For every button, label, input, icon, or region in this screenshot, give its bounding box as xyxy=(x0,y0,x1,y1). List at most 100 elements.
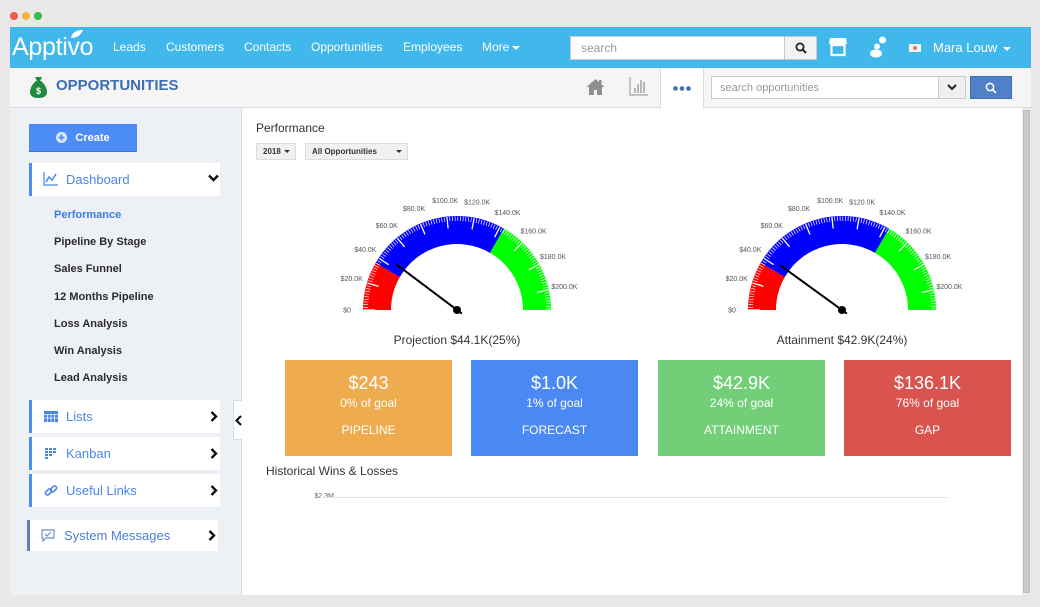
chevron-right-icon xyxy=(210,411,218,422)
create-button[interactable]: Create xyxy=(29,124,137,152)
card-goal: 24% of goal xyxy=(709,396,774,410)
gauge-tick-label: $120.0K xyxy=(849,199,875,206)
sidebar-item-kanban[interactable]: Kanban xyxy=(29,437,220,470)
attainment-card[interactable]: $42.9K 24% of goal ATTAINMENT xyxy=(658,360,825,456)
dashboard-item-pipeline-by-stage[interactable]: Pipeline By Stage xyxy=(54,235,146,249)
contacts-icon[interactable] xyxy=(869,36,887,58)
link-icon xyxy=(44,485,58,496)
table-icon xyxy=(44,411,58,422)
sidebar-item-label: Dashboard xyxy=(66,172,130,187)
chevron-right-icon xyxy=(208,530,216,541)
attainment-gauge-caption: Attainment $42.9K(24%) xyxy=(776,333,908,347)
gauge-tick-label: $120.0K xyxy=(464,199,490,206)
window-minimize-button[interactable] xyxy=(22,12,30,20)
sidebar-item-lists[interactable]: Lists xyxy=(29,400,220,433)
window-maximize-button[interactable] xyxy=(34,12,42,20)
chevron-down-icon xyxy=(947,84,957,91)
money-bag-icon: $ xyxy=(30,77,47,98)
gauge-band-green xyxy=(875,228,936,310)
gauge-tick-label: $40.0K xyxy=(354,247,377,254)
collapse-sidebar-handle[interactable] xyxy=(233,400,242,440)
module-title: OPPORTUNITIES xyxy=(56,77,179,94)
sidebar-item-label: System Messages xyxy=(64,528,171,543)
gauge-tick-label: $200.0K xyxy=(551,284,577,291)
divider xyxy=(703,68,704,108)
dashboard-item-win-analysis[interactable]: Win Analysis xyxy=(54,344,122,358)
card-value: $42.9K xyxy=(712,373,771,393)
card-value: $136.1K xyxy=(893,373,962,393)
gauge-tick-label: $0 xyxy=(728,308,736,315)
sidebar-item-label: Lists xyxy=(66,409,93,424)
gauge-needle xyxy=(395,263,463,315)
sidebar-item-label: Kanban xyxy=(66,446,111,461)
gauge-needle xyxy=(779,264,848,315)
window-close-button[interactable] xyxy=(10,12,18,20)
historical-chart-title: Historical Wins & Losses xyxy=(266,464,399,478)
user-menu[interactable]: Mara Louw xyxy=(933,40,1012,56)
svg-text:$: $ xyxy=(36,86,41,96)
card-goal: 0% of goal xyxy=(340,396,397,410)
sidebar-item-label: Useful Links xyxy=(66,483,137,498)
more-views-button[interactable] xyxy=(661,68,703,108)
global-search-button[interactable] xyxy=(785,36,817,60)
opportunity-search-input[interactable] xyxy=(711,76,939,99)
year-select[interactable]: 2018 xyxy=(256,143,296,160)
pipeline-card[interactable]: $243 0% of goal PIPELINE xyxy=(285,360,452,456)
more-dots-icon xyxy=(673,85,691,91)
caret-down-icon xyxy=(1003,46,1012,51)
dashboard-title: Performance xyxy=(256,121,325,135)
chevron-left-icon xyxy=(234,414,242,426)
scrollbar-thumb[interactable] xyxy=(1023,110,1030,593)
scope-select-value: All Opportunities xyxy=(312,147,377,156)
dashboard-item-sales-funnel[interactable]: Sales Funnel xyxy=(54,262,122,276)
year-select-value: 2018 xyxy=(263,147,281,156)
sidebar-item-useful-links[interactable]: Useful Links xyxy=(29,474,220,507)
nav-opportunities[interactable]: Opportunities xyxy=(311,27,382,68)
card-goal: 1% of goal xyxy=(526,396,583,410)
card-label: ATTAINMENT xyxy=(704,423,779,437)
scope-select[interactable]: All Opportunities xyxy=(305,143,408,160)
store-icon[interactable] xyxy=(829,37,847,57)
logo-leaf-icon xyxy=(71,30,83,38)
dashboard-item-loss-analysis[interactable]: Loss Analysis xyxy=(54,317,128,331)
create-label: Create xyxy=(75,131,110,144)
nav-more[interactable]: More xyxy=(482,27,521,68)
reports-icon[interactable] xyxy=(629,76,649,96)
home-icon[interactable] xyxy=(586,78,605,96)
flag-icon[interactable] xyxy=(909,44,921,52)
projection-gauge: $0 $20.0K $40.0K $60.0K $80.0K $100.0K $120.0K… xyxy=(341,198,578,315)
card-value: $1.0K xyxy=(530,373,579,393)
gauge-tick-label: $60.0K xyxy=(376,223,399,230)
dashboard-item-12-months-pipeline[interactable]: 12 Months Pipeline xyxy=(54,290,154,304)
chevron-right-icon xyxy=(210,485,218,496)
nav-contacts[interactable]: Contacts xyxy=(244,27,291,68)
global-search-input[interactable] xyxy=(570,36,785,60)
forecast-card[interactable]: $1.0K 1% of goal FORECAST xyxy=(471,360,638,456)
card-label: FORECAST xyxy=(521,423,588,437)
gauge-tick-label: $140.0K xyxy=(494,210,520,217)
chevron-down-icon xyxy=(208,174,219,182)
opportunity-search-button[interactable] xyxy=(970,76,1012,99)
gauge-tick-label: $80.0K xyxy=(403,206,426,213)
sidebar-item-dashboard[interactable]: Dashboard xyxy=(29,163,220,196)
gauge-tick-label: $160.0K xyxy=(905,228,931,235)
gauge-tick-label: $100.0K xyxy=(817,198,843,205)
gauge-tick-label: $200.0K xyxy=(936,284,962,291)
gauge-tick-label: $180.0K xyxy=(540,254,566,261)
gauge-tick-label: $20.0K xyxy=(341,276,364,283)
attainment-gauge: $0 $20.0K $40.0K $60.0K $80.0K $100.0K $120.0K… xyxy=(726,198,963,315)
gap-card[interactable]: $136.1K 76% of goal GAP xyxy=(844,360,1011,456)
card-goal: 76% of goal xyxy=(895,396,960,410)
projection-gauge-caption: Projection $44.1K(25%) xyxy=(393,333,521,347)
dashboard-item-lead-analysis[interactable]: Lead Analysis xyxy=(54,371,128,385)
gauge-tick-label: $140.0K xyxy=(879,210,905,217)
message-icon xyxy=(41,529,55,542)
nav-employees[interactable]: Employees xyxy=(403,27,462,68)
y-gridline xyxy=(320,497,948,498)
nav-leads[interactable]: Leads xyxy=(113,27,146,68)
dashboard-item-performance[interactable]: Performance xyxy=(54,208,121,222)
gauge-band-green xyxy=(490,228,551,310)
nav-customers[interactable]: Customers xyxy=(166,27,224,68)
sidebar-item-system-messages[interactable]: System Messages xyxy=(27,520,218,551)
search-filter-dropdown[interactable] xyxy=(939,76,966,99)
